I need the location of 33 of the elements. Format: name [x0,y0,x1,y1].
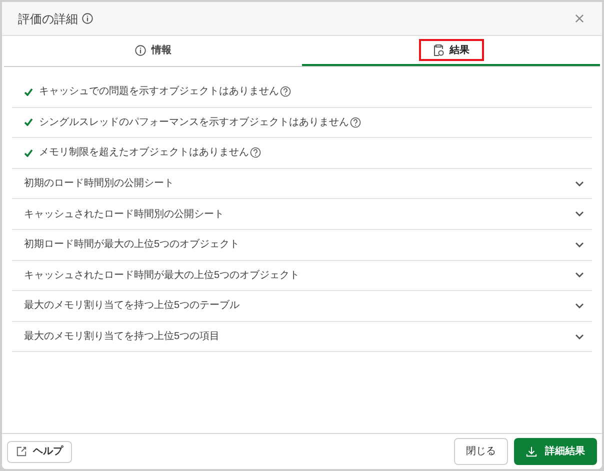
accordion-header[interactable]: 初期のロード時間別の公開シート [12,168,592,200]
window-title: 評価の詳細 [18,10,78,28]
info-icon [82,13,93,24]
check-icon [24,88,33,96]
chevron-down-icon [575,302,584,309]
help-icon[interactable] [280,86,291,98]
chevron-down-icon [575,211,584,218]
check-icon [24,148,33,157]
accordion-header[interactable]: キャッシュされたロード時間が最大の上位5つのオブジェクト [12,260,592,292]
chevron-down-icon [575,334,584,340]
accordion-header[interactable]: 初期ロード時間が最大の上位5つのオブジェクト [12,230,592,261]
accordion-header[interactable]: 最大のメモリ割り当てを持つ上位5つのテーブル [12,291,592,322]
info-icon [134,44,146,56]
close-icon[interactable] [575,14,584,23]
chevron-down-icon [575,180,584,187]
chevron-down-icon [575,242,584,248]
tab[interactable]: 結果 [418,39,484,61]
result-text: キャッシュでの問題を示すオブジェクトはありません [39,84,279,100]
tab[interactable]: 情報 [120,39,186,61]
help-icon[interactable] [250,147,261,158]
accordion-header[interactable]: キャッシュされたロード時間別の公開シート [12,199,592,230]
clipboard-icon [432,44,444,56]
external-link-icon [16,446,27,457]
help-icon[interactable] [350,116,361,128]
result-text: メモリ制限を超えたオブジェクトはありません [39,146,249,160]
result-text: シングルスレッドのパフォーマンスを示すオブジェクトはありません [39,116,349,130]
chevron-down-icon [575,272,584,278]
check-icon [24,118,33,126]
close-button[interactable]: 閉じる [454,438,508,465]
download-icon [526,446,537,457]
detailed-results-button[interactable]: 詳細結果 [514,438,597,465]
help-button[interactable]: ヘルプ [7,440,72,462]
accordion-header[interactable]: 最大のメモリ割り当てを持つ上位5つの項目 [12,322,592,352]
